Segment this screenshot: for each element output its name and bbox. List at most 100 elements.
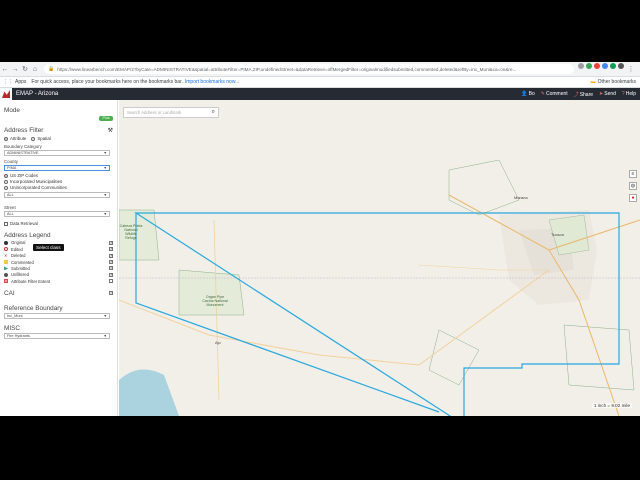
zip-label: US ZIP Codes: [10, 173, 38, 178]
map-city-label: Ajo: [215, 340, 221, 345]
zip-radio[interactable]: [4, 173, 8, 178]
home-icon[interactable]: ⌂: [30, 63, 40, 75]
screen: ← → ↻ ⌂ 🔒 https://www.linearbench.com/EM…: [0, 62, 640, 416]
street-select[interactable]: ALL ▼: [4, 211, 110, 217]
chevron-down-icon: ▼: [103, 193, 107, 197]
cai-checkbox[interactable]: ✓: [109, 291, 113, 296]
forward-icon[interactable]: →: [10, 63, 20, 75]
legend-checkbox[interactable]: [109, 279, 113, 284]
apps-label[interactable]: Apps: [15, 79, 26, 85]
user-icon: 👤: [521, 91, 528, 97]
data-retrieval-row[interactable]: Data Retrieval: [4, 221, 113, 226]
county-value: PIMA: [7, 166, 17, 170]
star-icon[interactable]: [578, 63, 584, 69]
legend-checkbox[interactable]: ✓: [109, 260, 113, 265]
extension-icon[interactable]: [610, 63, 616, 69]
option-unincorporated[interactable]: Unincorporated Communities: [4, 185, 113, 190]
share-label: Share: [579, 91, 594, 98]
legend-label: Original: [11, 240, 26, 246]
misc-select[interactable]: Fire Hydrants ▼: [4, 332, 110, 339]
misc-title: MISC: [4, 324, 20, 332]
chevron-down-icon: ▼: [103, 313, 107, 318]
option-us-zip[interactable]: US ZIP Codes: [4, 173, 113, 178]
reference-boundary-value: Inc_Muni: [7, 313, 23, 318]
user-label: Bo: [528, 91, 535, 97]
incorporated-label: Incorporated Municipalities: [10, 179, 63, 184]
back-icon[interactable]: ←: [0, 63, 10, 75]
street-label: Street: [4, 205, 16, 210]
legend-checkbox[interactable]: ✓: [109, 247, 113, 252]
cai-label: CAI: [4, 289, 15, 297]
legend-label: Unfiltered: [11, 272, 29, 278]
share-button[interactable]: ⤴Share: [574, 91, 593, 98]
extension-icons: ⋮: [578, 63, 636, 75]
comment-button[interactable]: ✎Comment: [541, 91, 568, 97]
help-button[interactable]: ?Help: [622, 91, 636, 97]
layers-icon[interactable]: ≡: [629, 170, 637, 178]
folder-icon: ▬: [590, 79, 596, 85]
data-retrieval-checkbox[interactable]: [4, 221, 8, 226]
search-icon[interactable]: ⌕: [212, 109, 215, 116]
comment-label: Comment: [545, 91, 568, 97]
legend-label: Commented: [11, 259, 34, 265]
help-label: Help: [625, 91, 636, 97]
extension-icon[interactable]: [586, 63, 592, 69]
legend-item: Submitted ✓: [4, 266, 113, 271]
legend-label: Attribute Filter Extent: [11, 278, 51, 284]
legend-label: Deleted: [11, 253, 26, 259]
user-menu[interactable]: 👤Bo: [521, 91, 534, 97]
address-bar[interactable]: 🔒 https://www.linearbench.com/EMAP/2?byC…: [44, 64, 574, 74]
app-logo[interactable]: [0, 88, 12, 100]
attribute-radio[interactable]: [4, 136, 8, 141]
apps-icon[interactable]: ⋮⋮: [3, 79, 13, 85]
filter-tool-icon[interactable]: ⚒: [108, 127, 113, 134]
class-select[interactable]: ALL ▼: [4, 192, 110, 198]
incorporated-radio[interactable]: [4, 179, 8, 184]
reference-boundary-select[interactable]: Inc_Muni ▼: [4, 312, 110, 319]
map-canvas[interactable]: Search Address or Landmark ⌕ ≡ ◍ ● Cabez…: [119, 100, 640, 416]
import-bookmarks-link[interactable]: Import bookmarks now...: [185, 79, 239, 85]
chevron-down-icon: ▼: [103, 333, 107, 338]
send-button[interactable]: ➤Send: [599, 91, 616, 97]
unincorporated-label: Unincorporated Communities: [10, 185, 67, 190]
globe-icon[interactable]: ◍: [629, 182, 637, 190]
address-filter-header: Address Filter ⚒: [4, 127, 113, 134]
select-class-tooltip: Select class: [33, 244, 64, 251]
spatial-radio[interactable]: [31, 136, 36, 141]
county-label: County: [4, 159, 18, 164]
send-label: Send: [604, 91, 616, 97]
legend-checkbox[interactable]: ✓: [109, 266, 113, 271]
profile-icon[interactable]: [618, 63, 624, 69]
legend-x-icon: ✕: [4, 252, 8, 258]
mode-title: Mode: [4, 107, 20, 114]
comment-icon: ✎: [540, 91, 545, 97]
sidebar: Mode Plus Address Filter ⚒ Attribute Spa…: [0, 100, 118, 416]
mode-section: Mode: [4, 107, 113, 114]
extension-icon[interactable]: [594, 63, 600, 69]
misc-value: Fire Hydrants: [7, 333, 30, 338]
option-incorporated[interactable]: Incorporated Municipalities: [4, 179, 113, 184]
bookmarks-prompt: For quick access, place your bookmarks h…: [31, 79, 183, 85]
extension-icon[interactable]: [602, 63, 608, 69]
legend-ring-icon: [4, 247, 8, 252]
unincorporated-radio[interactable]: [4, 185, 8, 190]
legend-item: Attribute Filter Extent: [4, 279, 113, 284]
legend-item: ✕ Deleted ✓: [4, 253, 113, 258]
legend-label: Edited: [11, 246, 23, 252]
other-bookmarks-label: Other bookmarks: [597, 79, 636, 85]
binoculars-icon[interactable]: ●: [629, 194, 637, 202]
boundary-category-select[interactable]: ADMINISTRATIVE ▼: [4, 150, 110, 156]
map-city-label: Marana: [514, 195, 528, 200]
address-filter-title: Address Filter: [4, 127, 44, 134]
menu-icon[interactable]: ⋮: [626, 63, 636, 75]
legend-checkbox[interactable]: ✓: [109, 253, 113, 258]
reload-icon[interactable]: ↻: [20, 63, 30, 75]
legend-item: Unfiltered ✓: [4, 272, 113, 277]
other-bookmarks[interactable]: ▬ Other bookmarks: [591, 79, 636, 85]
legend-checkbox[interactable]: ✓: [109, 272, 113, 277]
county-select[interactable]: PIMA ▼: [4, 165, 110, 171]
map-search-input[interactable]: Search Address or Landmark ⌕: [123, 107, 219, 118]
legend-checkbox[interactable]: ✓: [109, 240, 113, 245]
mode-toggle[interactable]: Plus: [99, 116, 113, 121]
bookmarks-bar: ⋮⋮ Apps For quick access, place your boo…: [0, 77, 640, 88]
